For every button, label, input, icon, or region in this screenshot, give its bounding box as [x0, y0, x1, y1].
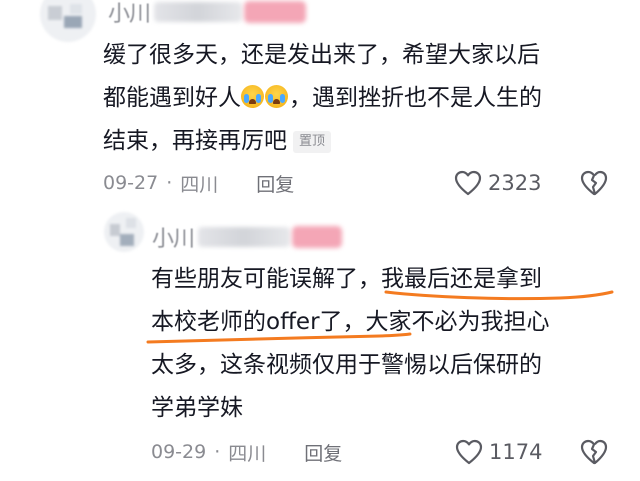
comment-meta: 09-29 · 四川 回复	[151, 437, 613, 467]
broken-heart-icon[interactable]	[580, 438, 608, 466]
like-count: 1174	[489, 440, 543, 464]
comment-date: 09-29	[151, 441, 207, 463]
comment-location: 四川	[228, 442, 267, 465]
underline-annotation	[146, 290, 614, 344]
reply-button[interactable]: 回复	[304, 439, 342, 466]
like-button[interactable]: 1174	[455, 437, 542, 467]
meta-separator: ·	[214, 441, 221, 463]
underline-stroke	[384, 290, 614, 301]
heart-icon	[455, 439, 483, 465]
underline-stroke	[146, 332, 412, 344]
